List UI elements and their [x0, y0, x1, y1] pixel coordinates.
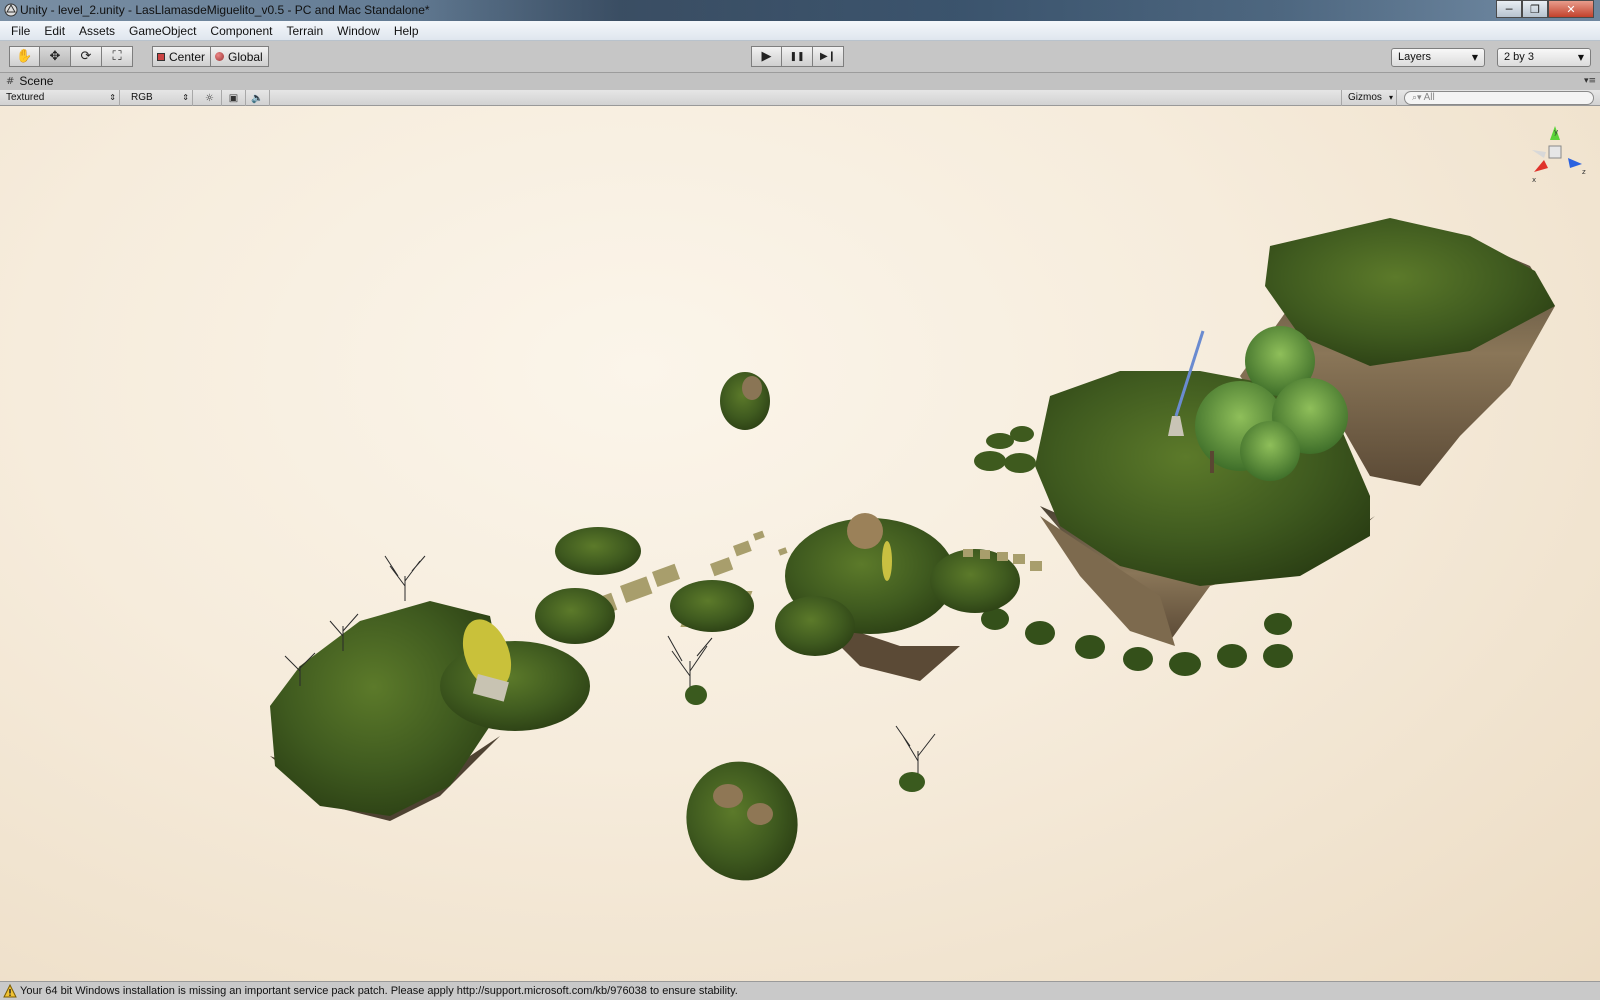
warning-icon [3, 984, 17, 998]
panel-menu-icon[interactable]: ▾≡ [1584, 76, 1596, 86]
menu-gameobject[interactable]: GameObject [122, 21, 203, 41]
chevron-down-icon: ▼ [1577, 53, 1584, 62]
restore-icon: ❐ [1530, 2, 1540, 16]
color-mode-label: RGB [131, 92, 153, 103]
minimize-button[interactable]: ─ [1496, 0, 1522, 18]
unity-logo-icon [4, 3, 18, 17]
step-icon: ▶❙ [819, 51, 837, 62]
scene-audio-toggle[interactable]: 🔈 [246, 90, 270, 106]
image-icon: ▣ [228, 92, 239, 104]
menu-component[interactable]: Component [203, 21, 279, 41]
rotate-icon: ⟳ [80, 49, 92, 64]
scene-view-toolbar: Textured ⇕ RGB ⇕ ☼ ▣ 🔈 Gizmos ▾ ⌕▾ All [0, 90, 1600, 106]
main-toolbar: ✋ ✥ ⟳ ⛶ Center Global ▶ ❚❚ ▶❙ Layers ▼ 2… [0, 41, 1600, 73]
scene-overlay-toggle[interactable]: ▣ [222, 90, 246, 106]
sun-icon: ☼ [205, 92, 214, 104]
gizmos-dropdown[interactable]: Gizmos ▾ [1341, 90, 1397, 106]
move-icon: ✥ [49, 49, 61, 64]
hand-icon: ✋ [16, 49, 33, 64]
menu-window[interactable]: Window [330, 21, 387, 41]
title-bar-background [400, 0, 1500, 21]
scene-lighting-toggle[interactable]: ☼ [198, 90, 222, 106]
search-placeholder: All [1423, 92, 1435, 103]
menu-terrain[interactable]: Terrain [279, 21, 330, 41]
pause-icon: ❚❚ [789, 51, 805, 62]
gizmo-y-label: y [1554, 128, 1558, 136]
restore-button[interactable]: ❐ [1522, 0, 1548, 18]
play-button[interactable]: ▶ [751, 46, 782, 67]
layers-label: Layers [1398, 51, 1432, 63]
step-button[interactable]: ▶❙ [813, 46, 844, 67]
menu-file[interactable]: File [4, 21, 37, 41]
chevron-down-icon: ▾ [1388, 93, 1393, 102]
pivot-mode-label: Center [169, 49, 206, 64]
transform-tools: ✋ ✥ ⟳ ⛶ [9, 46, 133, 67]
close-icon: ✕ [1566, 2, 1576, 16]
move-tool-button[interactable]: ✥ [40, 46, 71, 67]
grid-icon: # [6, 75, 15, 87]
rotate-tool-button[interactable]: ⟳ [71, 46, 102, 67]
menu-edit[interactable]: Edit [37, 21, 72, 41]
gizmos-label: Gizmos [1348, 92, 1382, 103]
scene-render [270, 218, 1555, 881]
tab-scene-label: Scene [19, 74, 54, 88]
close-button[interactable]: ✕ [1548, 0, 1594, 18]
window-title-bar: Unity - level_2.unity - LasLlamasdeMigue… [0, 0, 1600, 21]
search-icon: ⌕▾ [1412, 93, 1422, 103]
pivot-mode-toggle[interactable]: Center [152, 46, 212, 67]
gizmo-x-axis[interactable] [1534, 160, 1548, 172]
globe-icon [215, 52, 225, 61]
window-controls: ─ ❐ ✕ [1496, 0, 1594, 18]
scene-viewport[interactable]: y x z [0, 106, 1600, 981]
scene-search-input[interactable]: ⌕▾ All [1404, 91, 1594, 105]
hand-tool-button[interactable]: ✋ [9, 46, 40, 67]
menu-bar: File Edit Assets GameObject Component Te… [0, 21, 1600, 41]
render-mode-dropdown[interactable]: Textured ⇕ [0, 90, 120, 106]
gizmo-x-label: x [1532, 176, 1536, 184]
island-bottom [686, 761, 798, 881]
pivot-rotation-label: Global [228, 49, 263, 64]
updown-icon: ⇕ [109, 93, 116, 102]
island-small-floating [720, 372, 770, 430]
speaker-icon: 🔈 [251, 92, 264, 104]
pivot-center-icon [157, 52, 165, 61]
chevron-down-icon: ▼ [1471, 53, 1478, 62]
updown-icon: ⇕ [182, 93, 189, 102]
window-title: Unity - level_2.unity - LasLlamasdeMigue… [20, 3, 430, 17]
menu-help[interactable]: Help [387, 21, 426, 41]
pivot-controls: Center Global [152, 46, 269, 67]
scale-tool-button[interactable]: ⛶ [102, 46, 133, 67]
play-icon: ▶ [761, 49, 772, 64]
status-message: Your 64 bit Windows installation is miss… [20, 985, 738, 997]
stepping-stones-top [974, 426, 1036, 473]
layout-label: 2 by 3 [1504, 51, 1534, 63]
scene-tab-strip: # Scene ▾≡ [0, 73, 1600, 90]
tab-scene[interactable]: # Scene [6, 74, 53, 88]
scale-icon: ⛶ [112, 49, 122, 64]
pivot-rotation-toggle[interactable]: Global [211, 46, 269, 67]
gizmo-z-axis[interactable] [1568, 158, 1582, 168]
gizmo-z-label: z [1582, 168, 1586, 176]
menu-assets[interactable]: Assets [72, 21, 122, 41]
status-bar[interactable]: Your 64 bit Windows installation is miss… [0, 981, 1600, 1000]
layers-dropdown[interactable]: Layers ▼ [1391, 48, 1485, 67]
minimize-icon: ─ [1505, 2, 1513, 16]
render-mode-label: Textured [6, 92, 45, 103]
island-left-large [270, 601, 590, 821]
color-mode-dropdown[interactable]: RGB ⇕ [125, 90, 193, 106]
layout-dropdown[interactable]: 2 by 3 ▼ [1497, 48, 1591, 67]
pause-button[interactable]: ❚❚ [782, 46, 813, 67]
orientation-gizmo[interactable]: y x z [1522, 124, 1588, 190]
playback-controls: ▶ ❚❚ ▶❙ [751, 46, 844, 67]
